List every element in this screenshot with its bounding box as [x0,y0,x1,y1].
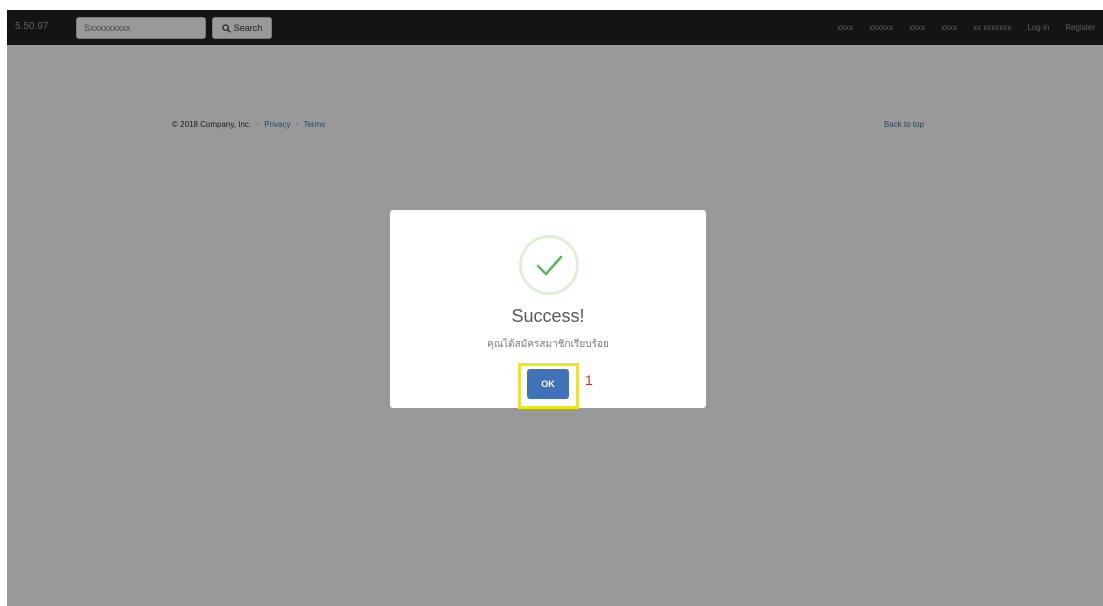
success-modal: Success! คุณได้สมัครสมาชิกเรียบร้อย OK 1 [390,210,706,409]
success-icon-ring [519,235,579,295]
modal-title: Success! [511,306,585,326]
browser-viewport: 5.50.97 Search xxxx xxxxxx xxxx xxxx xx … [7,10,1103,606]
checkmark-icon [536,255,563,276]
ok-button[interactable]: OK [527,369,569,399]
modal-message: คุณได้สมัครสมาชิกเรียบร้อย [487,339,609,350]
step-marker-label: 1 [585,372,593,388]
